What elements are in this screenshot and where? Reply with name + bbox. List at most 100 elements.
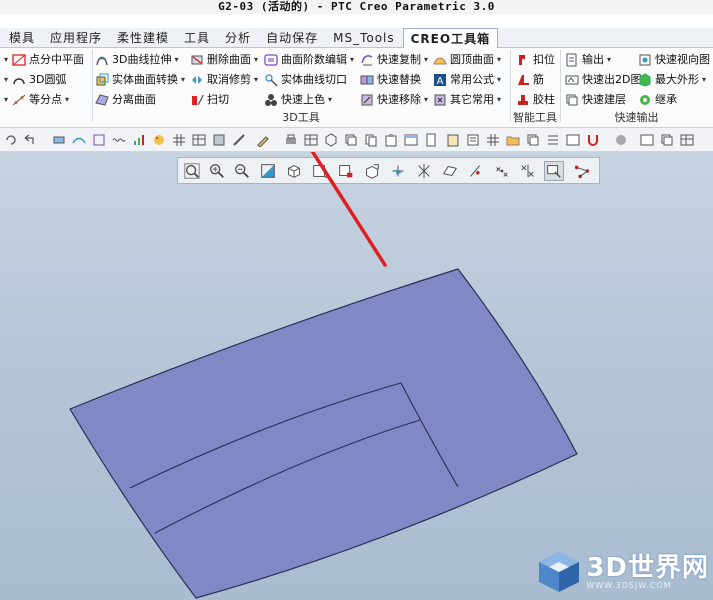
boss-button[interactable]: 胶柱	[516, 90, 555, 110]
grid-icon[interactable]	[486, 133, 500, 147]
max-outline-button[interactable]: 最大外形 ▾	[638, 70, 706, 90]
export-button[interactable]: 输出 ▾	[565, 50, 611, 70]
window-icon[interactable]	[640, 133, 654, 147]
delete-surface-button[interactable]: 删除曲面 ▾	[190, 50, 258, 70]
quick-color-button[interactable]: 快速上色 ▾	[264, 90, 332, 110]
tab-applications[interactable]: 应用程序	[43, 28, 110, 48]
sweep-cut-button[interactable]: 扫切	[190, 90, 229, 110]
tab-autosave[interactable]: 自动保存	[259, 28, 326, 48]
quick-replace-icon	[360, 75, 374, 85]
2d-drawing-icon	[565, 75, 579, 85]
surface-icon[interactable]	[72, 133, 86, 147]
quick-copy-label: 快速复制	[377, 53, 421, 66]
fill-icon[interactable]	[212, 133, 226, 147]
snap-fit-button[interactable]: 扣位	[516, 50, 555, 70]
dome-surface-button[interactable]: 圆顶曲面 ▾	[433, 50, 501, 70]
tab-flexible-modeling[interactable]: 柔性建模	[110, 28, 177, 48]
copy-icon[interactable]	[364, 133, 378, 147]
window-icon[interactable]	[404, 133, 418, 147]
layer-stack-icon[interactable]	[52, 133, 66, 147]
untrim-label: 取消修剪	[207, 73, 251, 86]
surface-degree-edit-button[interactable]: 曲面阶数编辑 ▾	[264, 50, 354, 70]
quick-remove-label: 快速移除	[377, 93, 421, 106]
solid-surface-convert-button[interactable]: 实体曲面转换 ▾	[95, 70, 185, 90]
grid-icon[interactable]	[172, 133, 186, 147]
chart-icon[interactable]	[132, 133, 146, 147]
datum-icon[interactable]	[92, 133, 106, 147]
notes-icon[interactable]	[466, 133, 480, 147]
tab-ms-tools[interactable]: MS_Tools	[326, 28, 403, 48]
wave-icon[interactable]	[112, 133, 126, 147]
tab-analysis[interactable]: 分析	[218, 28, 259, 48]
surface-degree-edit-label: 曲面阶数编辑	[281, 53, 347, 66]
quick-replace-button[interactable]: 快速替换	[360, 70, 421, 90]
table-icon[interactable]	[304, 133, 318, 147]
separate-surface-label: 分离曲面	[112, 93, 156, 106]
point-mid-plane-button[interactable]: ▾ 点分中平面	[4, 50, 84, 70]
document-icon[interactable]	[424, 133, 438, 147]
dome-surface-label: 圆顶曲面	[450, 53, 494, 66]
inherit-button[interactable]: 继承	[638, 90, 677, 110]
quick-layer-label: 快速建层	[582, 93, 626, 106]
table-icon[interactable]	[680, 133, 694, 147]
layer-stack-icon[interactable]	[526, 133, 540, 147]
list-icon[interactable]	[546, 133, 560, 147]
tab-creo-toolbox[interactable]: CREO工具箱	[402, 28, 499, 49]
max-outline-icon	[639, 73, 651, 87]
print-icon[interactable]	[284, 133, 298, 147]
layer-stack-icon[interactable]	[344, 133, 358, 147]
group-label-quick-output: 快速输出	[614, 111, 659, 124]
surface-degree-icon	[264, 54, 278, 66]
curve-extrude-icon	[96, 56, 108, 66]
delete-surface-icon	[191, 55, 203, 65]
sweep-cut-label: 扫切	[207, 93, 229, 106]
solid-curve-cut-button[interactable]: 实体曲线切口	[264, 70, 347, 90]
rib-button[interactable]: 筋	[516, 70, 544, 90]
common-formula-label: 常用公式	[450, 73, 494, 86]
surface-outer-boundary[interactable]	[69, 268, 578, 599]
folder-icon[interactable]	[506, 133, 520, 147]
regenerate-icon[interactable]	[4, 133, 18, 147]
graphics-toolbar	[0, 128, 713, 152]
quick-copy-button[interactable]: 快速复制 ▾	[360, 50, 428, 70]
point-mid-plane-label: 点分中平面	[29, 53, 85, 66]
other-common-button[interactable]: 其它常用 ▾	[433, 90, 501, 110]
group-label-smart-tools: 智能工具	[513, 111, 557, 124]
clipboard-icon[interactable]	[446, 133, 460, 147]
quick-remove-icon	[361, 94, 373, 106]
graphics-viewport[interactable]: 3D世界网 WWW.3DSJW.COM	[0, 152, 713, 600]
pencil-icon[interactable]	[256, 133, 270, 147]
ribbon-panel: ▾ 点分中平面 ▾ 3D圆弧 ▾ 等分点 ▾ 3D曲线拉伸 ▾ 实体曲面转换 ▾…	[0, 48, 713, 128]
quick-remove-button[interactable]: 快速移除 ▾	[360, 90, 428, 110]
max-outline-label: 最大外形	[655, 73, 699, 86]
quick-view-button[interactable]: 快速视向图	[638, 50, 710, 70]
ruler-icon[interactable]	[232, 133, 246, 147]
quick-layer-button[interactable]: 快速建层	[565, 90, 626, 110]
magnet-icon[interactable]	[586, 133, 600, 147]
undo-icon[interactable]	[22, 133, 36, 147]
3d-arc-button[interactable]: ▾ 3D圆弧	[4, 70, 66, 90]
cube-icon[interactable]	[324, 133, 338, 147]
title-bar: G2-03 (活动的) - PTC Creo Parametric 3.0	[0, 0, 713, 14]
window-icon[interactable]	[566, 133, 580, 147]
surface-model[interactable]	[0, 152, 713, 600]
sphere-icon[interactable]	[614, 133, 628, 147]
paste-icon[interactable]	[384, 133, 398, 147]
untrim-button[interactable]: 取消修剪 ▾	[190, 70, 258, 90]
divide-points-button[interactable]: ▾ 等分点 ▾	[4, 90, 69, 110]
layer-icon	[566, 94, 578, 106]
sweep-cut-icon	[192, 94, 204, 106]
table-icon[interactable]	[192, 133, 206, 147]
palette-icon[interactable]	[152, 133, 166, 147]
common-formula-button[interactable]: A 常用公式 ▾	[433, 70, 501, 90]
tab-tools[interactable]: 工具	[177, 28, 218, 48]
tab-mold[interactable]: 模具	[2, 28, 43, 48]
solid-surface-convert-label: 实体曲面转换	[112, 73, 178, 86]
layer-stack-icon[interactable]	[660, 133, 674, 147]
quick-2d-drawing-button[interactable]: 快速出2D图	[565, 70, 641, 90]
group-label-3d-tools: 3D工具	[282, 111, 320, 124]
3d-curve-extrude-button[interactable]: 3D曲线拉伸 ▾	[95, 50, 178, 70]
separate-surface-button[interactable]: 分离曲面	[95, 90, 156, 110]
formula-icon: A	[434, 74, 446, 87]
watermark: 3D世界网 WWW.3DSJW.COM	[536, 550, 709, 594]
